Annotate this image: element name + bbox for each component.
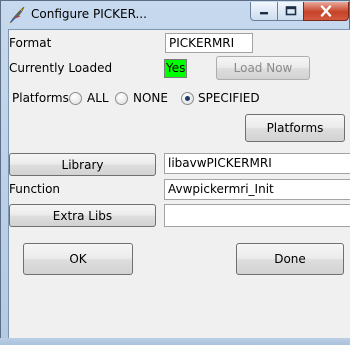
library-field[interactable]: libavwPICKERMRI — [164, 153, 350, 174]
configure-window: Configure PICKER... Format PICKERMRI Cur… — [0, 0, 350, 345]
platforms-specified-radio[interactable] — [181, 92, 194, 105]
window-title: Configure PICKER... — [31, 7, 147, 21]
platforms-specified-label: SPECIFIED — [198, 91, 260, 105]
load-now-button[interactable]: Load Now — [216, 56, 310, 80]
minimize-button[interactable] — [250, 2, 278, 21]
dialog-body: Format PICKERMRI Currently Loaded Yes Lo… — [8, 29, 350, 339]
title-bar[interactable]: Configure PICKER... — [1, 1, 350, 29]
function-label: Function — [9, 182, 61, 196]
platforms-all-radio[interactable] — [69, 92, 82, 105]
library-button[interactable]: Library — [9, 153, 156, 176]
extra-libs-button[interactable]: Extra Libs — [9, 204, 156, 227]
platforms-button[interactable]: Platforms — [245, 114, 345, 142]
window-frame-bottom — [0, 338, 350, 345]
format-value: PICKERMRI — [165, 33, 253, 53]
platforms-label: Platforms — [12, 91, 69, 105]
format-label: Format — [9, 36, 52, 50]
minimize-icon — [260, 12, 268, 15]
loaded-status-badge: Yes — [164, 59, 188, 78]
close-icon — [320, 5, 332, 17]
ok-button[interactable]: OK — [23, 243, 133, 275]
platforms-all-label: ALL — [87, 91, 109, 105]
extra-libs-field[interactable] — [164, 204, 350, 227]
maximize-button[interactable] — [277, 2, 304, 21]
maximize-icon — [285, 6, 296, 16]
currently-loaded-label: Currently Loaded — [9, 61, 113, 75]
close-button[interactable] — [303, 2, 349, 21]
tk-feather-icon — [9, 6, 25, 24]
done-button[interactable]: Done — [236, 243, 344, 275]
function-field[interactable]: Avwpickermri_Init — [164, 179, 350, 200]
platforms-none-label: NONE — [133, 91, 168, 105]
platforms-none-radio[interactable] — [115, 92, 128, 105]
